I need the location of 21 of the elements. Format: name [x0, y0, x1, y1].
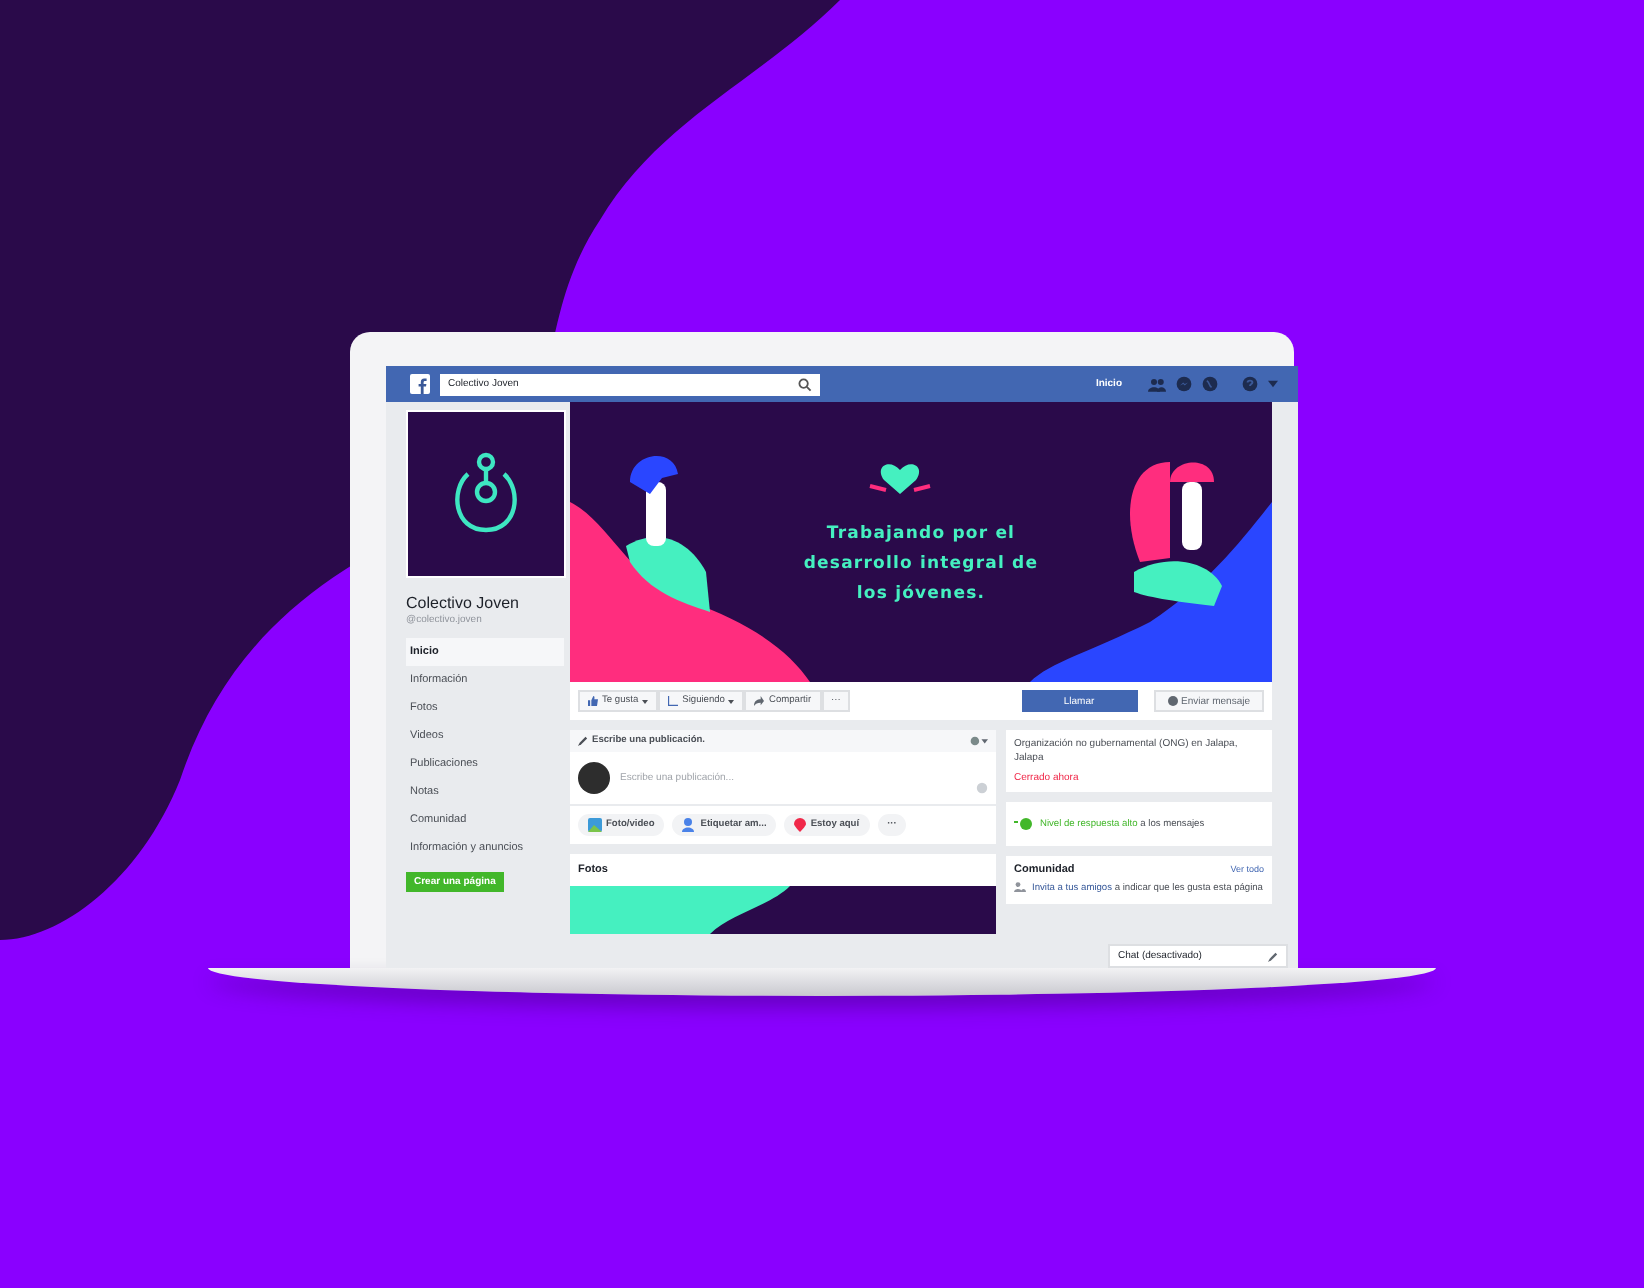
caret-icon	[642, 699, 649, 703]
page-name: Colectivo Joven	[406, 594, 521, 612]
profile-avatar	[578, 762, 610, 794]
search-icon	[798, 377, 812, 391]
heart-emblem-icon	[868, 464, 932, 494]
edit-icon	[1268, 951, 1278, 961]
friends-icon[interactable]	[1148, 377, 1166, 391]
caret-icon	[728, 699, 735, 703]
pencil-icon	[578, 736, 588, 746]
person-icon	[682, 818, 697, 832]
thumbs-up-icon	[588, 696, 598, 706]
emoji-icon[interactable]	[976, 782, 988, 794]
picture-icon	[588, 818, 602, 832]
share-arrow-icon	[754, 696, 765, 706]
avatar-icon[interactable]	[970, 736, 988, 746]
logo-icon	[410, 374, 430, 394]
help-icon[interactable]	[1242, 376, 1258, 392]
caret-icon[interactable]	[1268, 380, 1278, 388]
location-pin-icon	[794, 818, 807, 832]
people-icon	[1014, 882, 1026, 892]
cover-slogan: Trabajando por el desarrollo integral de los jóvenes.	[801, 521, 1041, 607]
